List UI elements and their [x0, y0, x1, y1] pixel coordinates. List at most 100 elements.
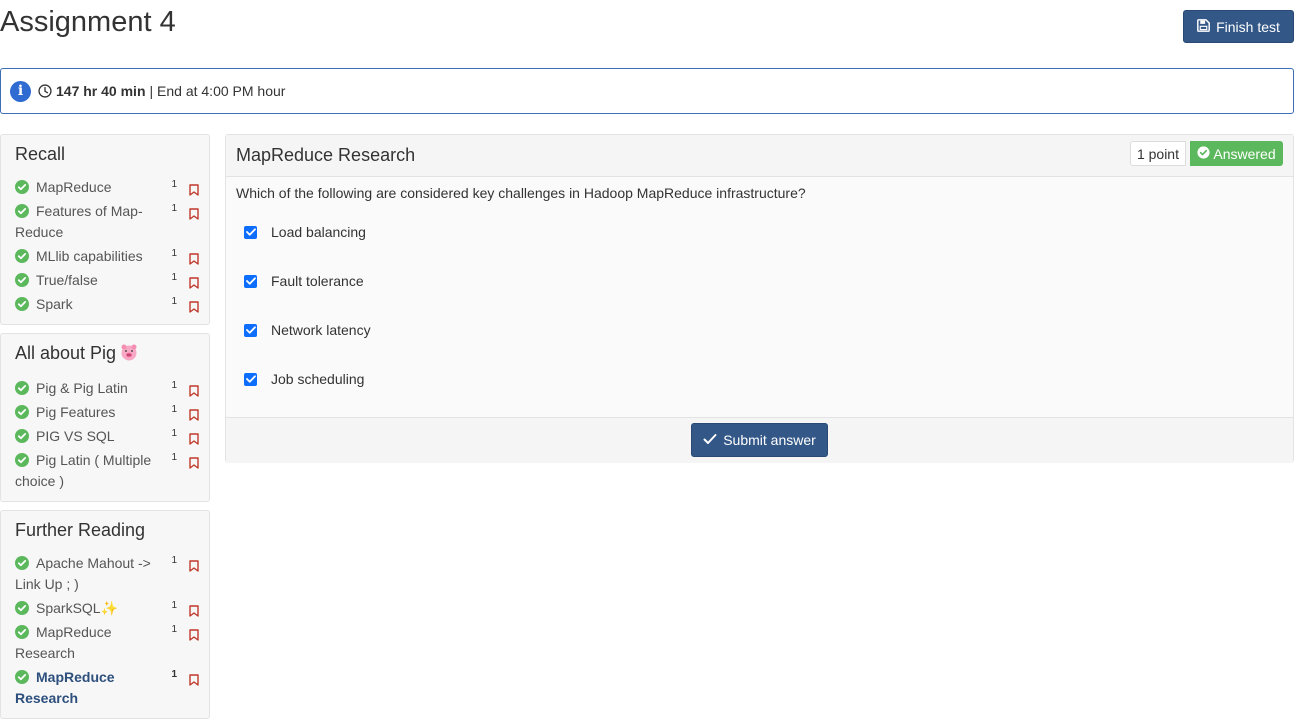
- bookmark-icon[interactable]: [189, 205, 199, 226]
- checkbox[interactable]: [244, 323, 257, 337]
- bookmark-icon[interactable]: [189, 557, 199, 578]
- bookmark-icon[interactable]: [189, 298, 199, 319]
- sidebar-item-mapreduce-research[interactable]: MapReduce Research 1: [11, 667, 199, 709]
- sidebar-item-label: PIG VS SQL: [36, 427, 115, 444]
- sidebar-item-apache-mahout-link-up[interactable]: Apache Mahout -> Link Up ; ) 1: [11, 553, 199, 595]
- points-count: 1: [171, 379, 177, 391]
- question-text: Which of the following are considered ke…: [236, 185, 806, 201]
- info-icon: i: [10, 80, 31, 102]
- finish-test-label: Finish test: [1216, 18, 1280, 35]
- sidebar-item-sparksql[interactable]: SparkSQL✨ 1: [11, 598, 199, 619]
- check-circle-icon: [15, 273, 29, 287]
- timer-info-bar: i 147 hr 40 min | End at 4:00 PM hour: [0, 68, 1294, 114]
- bookmark-icon[interactable]: [189, 274, 199, 295]
- answer-option-label: Fault tolerance: [271, 273, 364, 289]
- points-count: 1: [171, 599, 177, 611]
- check-circle-icon: [1197, 145, 1210, 162]
- checkbox[interactable]: [244, 225, 257, 239]
- question-footer: Submit answer: [226, 417, 1293, 463]
- status-badge: Answered: [1190, 141, 1283, 166]
- bookmark-icon[interactable]: [189, 626, 199, 647]
- check-circle-icon: [15, 404, 29, 419]
- save-icon: [1197, 18, 1211, 35]
- bookmark-icon[interactable]: [189, 602, 199, 623]
- bookmark-icon[interactable]: [189, 382, 199, 403]
- points-count: 1: [171, 403, 177, 415]
- answer-option-label: Network latency: [271, 322, 371, 338]
- section-title-text: Further Reading: [15, 519, 146, 540]
- bookmark-icon[interactable]: [189, 250, 199, 271]
- section-further-reading: Further Reading Apache Mahout -> Link Up …: [0, 509, 210, 719]
- check-circle-icon: [15, 555, 29, 570]
- sidebar-item-mapreduce-research[interactable]: MapReduce Research 1: [11, 622, 199, 664]
- section-title-text: All about Pig: [15, 343, 117, 363]
- check-circle-icon: [15, 297, 29, 311]
- sidebar-item-label: SparkSQL✨: [36, 599, 119, 616]
- check-circle-icon: [15, 600, 29, 615]
- sidebar-item-label: True/false: [36, 272, 98, 288]
- bookmark-icon[interactable]: [189, 671, 199, 692]
- section-title-text: Recall: [15, 144, 66, 164]
- sidebar-item-label: Pig Latin ( Multiple choice ): [15, 451, 152, 489]
- answer-option-label: Load balancing: [271, 224, 366, 240]
- check-circle-icon: [15, 452, 29, 467]
- sidebar-item-true-false[interactable]: True/false 1: [11, 270, 199, 291]
- sidebar-item-pig-latin-multiple-choice[interactable]: Pig Latin ( Multiple choice ) 1: [11, 450, 199, 492]
- bookmark-icon[interactable]: [189, 454, 199, 475]
- checkbox[interactable]: [244, 274, 257, 288]
- time-remaining: 147 hr 40 min: [56, 83, 146, 99]
- sidebar-item-spark[interactable]: Spark 1: [11, 294, 199, 315]
- sidebar: Recall MapReduce 1 Features of Map-Reduce 1 M…: [0, 134, 210, 727]
- checkbox[interactable]: [244, 372, 257, 386]
- submit-answer-button[interactable]: Submit answer: [691, 423, 828, 457]
- answer-option[interactable]: Load balancing: [244, 224, 366, 240]
- answer-option-label: Job scheduling: [271, 371, 365, 387]
- sidebar-item-label: Apache Mahout -> Link Up ; ): [15, 554, 151, 592]
- sidebar-item-label: Features of Map-Reduce: [15, 203, 143, 240]
- points-count: 1: [171, 427, 177, 439]
- checkmark-icon: [703, 432, 717, 448]
- sidebar-item-label: MLlib capabilities: [36, 248, 143, 264]
- sidebar-item-label: Pig & Pig Latin: [36, 379, 128, 396]
- check-circle-icon: [15, 428, 29, 443]
- sidebar-item-label: MapReduce Research: [15, 623, 112, 661]
- sidebar-item-label: MapReduce Research: [15, 668, 115, 706]
- end-time-text: End at 4:00 PM hour: [157, 83, 286, 99]
- sidebar-item-pig-pig-latin[interactable]: Pig & Pig Latin 1: [11, 378, 199, 399]
- bookmark-icon[interactable]: [189, 430, 199, 451]
- timer-separator: |: [149, 83, 154, 99]
- points-count: 1: [171, 203, 177, 214]
- points-badge: 1 point: [1129, 141, 1186, 166]
- sidebar-item-features-of-map-reduce[interactable]: Features of Map-Reduce 1: [11, 201, 199, 243]
- submit-answer-label: Submit answer: [723, 432, 816, 448]
- pig-icon: [120, 343, 138, 366]
- status-label: Answered: [1213, 145, 1276, 162]
- finish-test-button[interactable]: Finish test: [1183, 10, 1294, 43]
- sidebar-item-mllib-capabilities[interactable]: MLlib capabilities 1: [11, 246, 199, 267]
- points-count: 1: [171, 248, 177, 259]
- check-circle-icon: [15, 669, 29, 684]
- section-title: Recall: [15, 143, 199, 165]
- answer-option[interactable]: Network latency: [244, 322, 371, 338]
- bookmark-icon[interactable]: [189, 406, 199, 427]
- points-count: 1: [171, 668, 177, 680]
- bookmark-icon[interactable]: [189, 181, 199, 202]
- check-circle-icon: [15, 204, 29, 218]
- section-all-about-pig: All about Pig Pig & Pig Latin 1 Pig Feature…: [0, 333, 210, 502]
- answer-option[interactable]: Job scheduling: [244, 371, 364, 387]
- sidebar-item-pig-vs-sql[interactable]: PIG VS SQL 1: [11, 426, 199, 447]
- sidebar-item-label: Spark: [36, 296, 73, 312]
- check-circle-icon: [15, 380, 29, 395]
- answer-option[interactable]: Fault tolerance: [244, 273, 364, 289]
- points-count: 1: [171, 179, 177, 190]
- points-count: 1: [171, 296, 177, 307]
- question-title: MapReduce Research: [236, 145, 416, 165]
- section-title: All about Pig: [15, 342, 199, 366]
- sidebar-item-pig-features[interactable]: Pig Features 1: [11, 402, 199, 423]
- section-recall: Recall MapReduce 1 Features of Map-Reduce 1 M…: [0, 134, 210, 325]
- clock-icon: [38, 84, 52, 98]
- points-count: 1: [171, 554, 177, 566]
- sidebar-item-label: MapReduce: [36, 179, 112, 195]
- sidebar-item-mapreduce[interactable]: MapReduce 1: [11, 177, 199, 198]
- page-title: Assignment 4: [0, 6, 176, 38]
